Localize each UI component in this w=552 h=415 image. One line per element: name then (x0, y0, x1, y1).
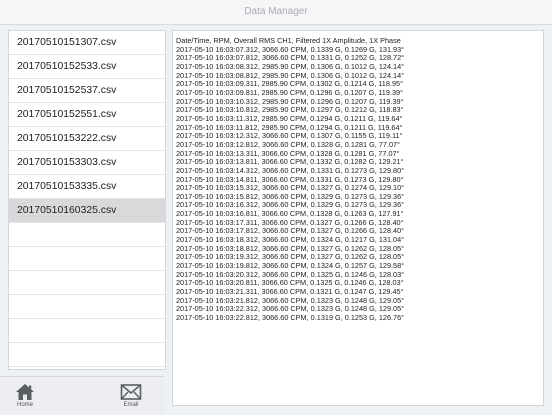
home-tab[interactable]: Home (5, 383, 45, 408)
file-list-item[interactable]: 20170510151307.csv (9, 31, 165, 55)
file-name-label: 20170510152533.csv (17, 61, 117, 72)
file-list-item[interactable]: 20170510153335.csv (9, 175, 165, 199)
file-name-label: 20170510153335.csv (17, 181, 117, 192)
file-name-label: 20170510151307.csv (17, 37, 117, 48)
file-name-label: 20170510160325.csv (17, 205, 117, 216)
file-list-item[interactable]: 20170510152533.csv (9, 55, 165, 79)
empty-list-row (9, 343, 165, 367)
file-name-label: 20170510153222.csv (17, 133, 117, 144)
email-label: Email (123, 402, 139, 408)
file-name-label: 20170510153303.csv (17, 157, 117, 168)
csv-data-line: 2017-05-10 16:03:22.812, 3066.60 CPM, 0.… (176, 313, 405, 322)
empty-list-row (9, 295, 165, 319)
home-label: Home (16, 402, 33, 408)
empty-list-row (9, 271, 165, 295)
empty-list-row (9, 247, 165, 271)
file-list-item[interactable]: 20170510152537.csv (9, 79, 165, 103)
bottom-toolbar: Home Email (0, 376, 164, 415)
home-icon (16, 384, 34, 400)
file-list-item[interactable]: 20170510160325.csv (9, 199, 165, 223)
window-title: Data Manager (0, 0, 552, 25)
file-list: 20170510151307.csv 20170510152533.csv 2017… (8, 30, 166, 370)
mail-icon (120, 384, 142, 400)
file-name-label: 20170510152537.csv (17, 85, 117, 96)
file-list-item[interactable]: 20170510152551.csv (9, 103, 165, 127)
empty-list-row (9, 223, 165, 247)
email-tab[interactable]: Email (111, 383, 151, 408)
file-name-label: 20170510152551.csv (17, 109, 117, 120)
file-list-item[interactable]: 20170510153303.csv (9, 151, 165, 175)
file-list-item[interactable]: 20170510153222.csv (9, 127, 165, 151)
empty-list-row (9, 319, 165, 343)
file-content-view[interactable]: Date/Time, RPM, Overall RMS CH1, Filtere… (172, 30, 544, 406)
